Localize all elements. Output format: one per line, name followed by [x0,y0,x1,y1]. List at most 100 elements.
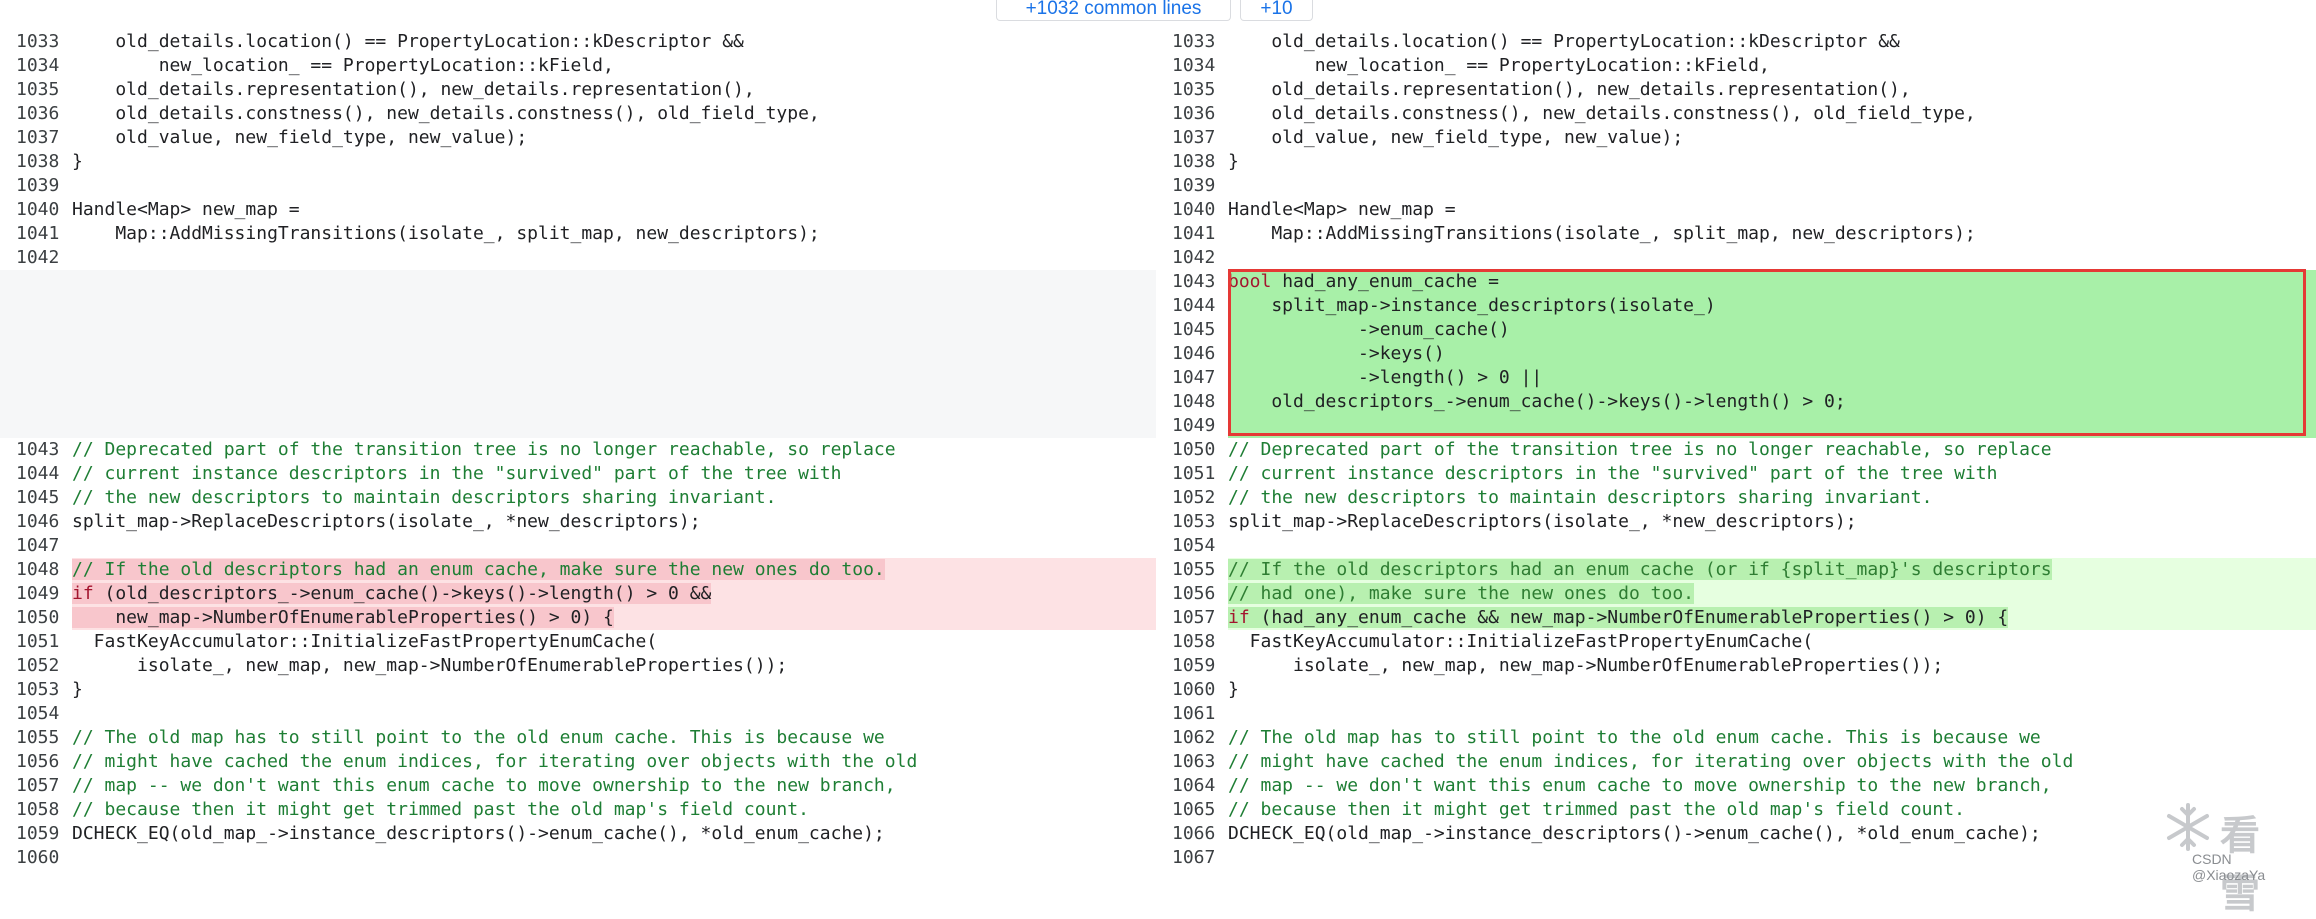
code-text: // the new descriptors to maintain descr… [72,487,777,508]
code-text: } [1228,679,1239,700]
line-number [0,342,72,366]
line-number: 1049 [0,582,72,606]
diff-line: 1041 Map::AddMissingTransitions(isolate_… [1156,222,2316,246]
code-text: if (old_descriptors_->enum_cache()->keys… [72,582,1156,606]
diff-line: 1048// If the old descriptors had an enu… [0,558,1156,582]
line-number: 1042 [0,246,72,270]
line-number: 1053 [0,678,72,702]
diff-line: 1066 DCHECK_EQ(old_map_->instance_descrip… [1156,822,2316,846]
line-number: 1054 [1156,534,1228,558]
left-diff-pane: 1033 old_details.location() == PropertyL… [0,30,1156,870]
line-number: 1047 [1156,366,1228,390]
line-number: 1042 [1156,246,1228,270]
line-number: 1058 [1156,630,1228,654]
diff-line: 1047 ->length() > 0 || [1156,366,2316,390]
code-text: ->length() > 0 || [1228,366,2316,390]
diff-line: 1044 split_map->instance_descriptors(iso… [1156,294,2316,318]
code-text: old_details.constness(), new_details.con… [1228,103,1976,124]
diff-line: 1057 if (had_any_enum_cache && new_map->N… [1156,606,2316,630]
diff-line: 1061 [1156,702,2316,726]
code-text: // map -- we don't want this enum cache … [72,775,896,796]
code-text: old_details.constness(), new_details.con… [72,103,820,124]
line-number: 1061 [1156,702,1228,726]
right-diff-pane: 1033 old_details.location() == PropertyL… [1156,30,2316,870]
line-number [0,414,72,438]
line-number: 1048 [0,558,72,582]
code-text: // the new descriptors to maintain descr… [1228,487,1933,508]
line-number: 1046 [0,510,72,534]
diff-line: 1063// might have cached the enum indice… [1156,750,2316,774]
code-text: Map::AddMissingTransitions(isolate_, spl… [72,223,820,244]
diff-line: 1056// had one), make sure the new ones … [1156,582,2316,606]
code-text: old_details.location() == PropertyLocati… [72,31,744,52]
line-number: 1043 [1156,270,1228,294]
line-number: 1057 [1156,606,1228,630]
diff-line: 1064// map -- we don't want this enum ca… [1156,774,2316,798]
diff-line: 1035 old_details.representation(), new_d… [0,78,1156,102]
line-number: 1052 [0,654,72,678]
line-number: 1036 [1156,102,1228,126]
diff-line: 1055// If the old descriptors had an enu… [1156,558,2316,582]
line-number: 1055 [1156,558,1228,582]
line-number: 1050 [0,606,72,630]
diff-line: 1059 isolate_, new_map, new_map->NumberO… [1156,654,2316,678]
watermark: 看雪 CSDN @XiaozaYa [2162,801,2302,916]
diff-line [0,390,1156,414]
line-number: 1062 [1156,726,1228,750]
line-number [0,270,72,294]
line-number: 1039 [0,174,72,198]
diff-line: 1060} [1156,678,2316,702]
line-number: 1034 [1156,54,1228,78]
line-number: 1054 [0,702,72,726]
line-number: 1041 [1156,222,1228,246]
code-text: // The old map has to still point to the… [72,727,885,748]
line-number: 1066 [1156,822,1228,846]
code-text: old_descriptors_->enum_cache()->keys()->… [1228,390,2316,414]
diff-line: 1039 [0,174,1156,198]
line-number: 1056 [0,750,72,774]
diff-line: 1056// might have cached the enum indice… [0,750,1156,774]
code-text: FastKeyAccumulator::InitializeFastProper… [72,631,658,652]
line-number: 1035 [1156,78,1228,102]
line-number: 1060 [0,846,72,870]
watermark-credit: CSDN @XiaozaYa [2192,851,2266,883]
line-number: 1051 [1156,462,1228,486]
diff-line: 1043 bool had_any_enum_cache = [1156,270,2316,294]
code-text: old_value, new_field_type, new_value); [72,127,528,148]
code-text: // If the old descriptors had an enum ca… [1228,558,2316,582]
code-text: old_details.representation(), new_detail… [1228,79,1911,100]
code-text: old_details.location() == PropertyLocati… [1228,31,1900,52]
code-text: } [72,151,83,172]
diff-line: 1046 ->keys() [1156,342,2316,366]
code-text: new_location_ == PropertyLocation::kFiel… [1228,55,1770,76]
code-text: } [72,679,83,700]
expand-bar: +1032 common lines +10 [0,0,2316,22]
code-text: isolate_, new_map, new_map->NumberOfEnum… [1228,655,1944,676]
diff-line: 1049 [1156,414,2316,438]
diff-line: 1033 old_details.location() == PropertyL… [0,30,1156,54]
code-text: // map -- we don't want this enum cache … [1228,775,2052,796]
expand-more-lines-button[interactable]: +10 [1240,0,1313,21]
line-number: 1041 [0,222,72,246]
diff-line: 1059 DCHECK_EQ(old_map_->instance_descrip… [0,822,1156,846]
expand-common-lines-button[interactable]: +1032 common lines [996,0,1231,21]
diff-line: 1067 [1156,846,2316,870]
line-number: 1045 [0,486,72,510]
diff-line: 1033 old_details.location() == PropertyL… [1156,30,2316,54]
diff-line: 1036 old_details.constness(), new_detail… [0,102,1156,126]
code-text: old_value, new_field_type, new_value); [1228,127,1684,148]
code-text: FastKeyAccumulator::InitializeFastProper… [1228,631,1814,652]
line-number: 1052 [1156,486,1228,510]
diff-line: 1051// current instance descriptors in t… [1156,462,2316,486]
